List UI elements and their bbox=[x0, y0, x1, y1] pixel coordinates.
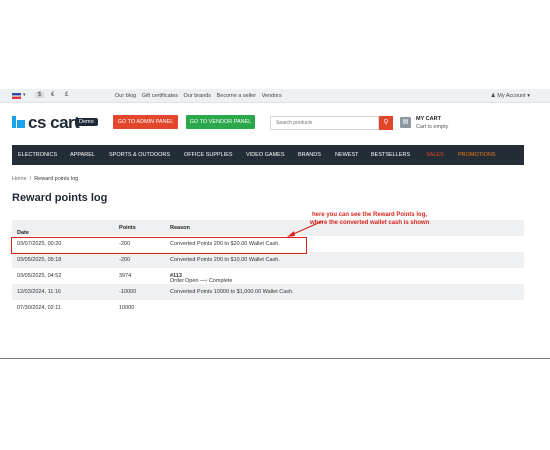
admin-panel-button[interactable]: GO TO ADMIN PANEL bbox=[113, 115, 178, 129]
cell-reason: Converted Points 10000 to $1,000.00 Wall… bbox=[170, 289, 294, 295]
search-input[interactable] bbox=[270, 116, 379, 130]
my-account-label: My Account bbox=[497, 92, 526, 99]
top-bar: ▾ $ € £ Our blog Gift certificates Our b… bbox=[0, 89, 550, 103]
reward-points-table: Date ⌄ Points Reason 03/07/2025, 00:20 -2… bbox=[12, 220, 524, 316]
nav-electronics[interactable]: ELECTRONICS bbox=[18, 145, 57, 165]
flag-icon[interactable] bbox=[12, 93, 21, 99]
breadcrumb-current: Reward points log bbox=[34, 176, 79, 182]
cell-date: 12/03/2024, 11:16 bbox=[17, 289, 61, 295]
chevron-down-icon: ▾ bbox=[527, 92, 530, 99]
user-icon: ♟ bbox=[490, 92, 496, 99]
logo-icon[interactable] bbox=[12, 116, 26, 128]
table-row: 03/05/2025, 04:52 3974 Order #113: Open … bbox=[12, 268, 524, 284]
nav-video-games[interactable]: VIDEO GAMES bbox=[246, 145, 285, 165]
breadcrumb: Home / Reward points log bbox=[12, 176, 78, 182]
nav-promotions[interactable]: PROMOTIONS bbox=[458, 145, 496, 165]
cell-date: 07/30/2024, 02:11 bbox=[17, 305, 61, 311]
cell-reason: Order #113: Open —› Complete bbox=[170, 273, 233, 284]
cell-date: 03/05/2025, 04:52 bbox=[17, 273, 62, 279]
currency-usd[interactable]: $ bbox=[35, 92, 45, 98]
currency-gbp[interactable]: £ bbox=[65, 92, 68, 98]
nav-office-supplies[interactable]: OFFICE SUPPLIES bbox=[184, 145, 233, 165]
vendor-panel-button[interactable]: GO TO VENDOR PANEL bbox=[186, 115, 255, 129]
link-become-seller[interactable]: Become a seller bbox=[217, 93, 256, 99]
nav-brands[interactable]: BRANDS bbox=[298, 145, 321, 165]
cart-status: Cart is empty bbox=[416, 124, 449, 130]
nav-sports-outdoors[interactable]: SPORTS & OUTDOORS bbox=[109, 145, 170, 165]
table-row: 12/03/2024, 11:16 -10000 Converted Point… bbox=[12, 284, 524, 300]
breadcrumb-separator: / bbox=[29, 176, 32, 182]
highlight-box bbox=[11, 237, 307, 254]
header-reason[interactable]: Reason bbox=[170, 225, 190, 231]
nav-newest[interactable]: NEWEST bbox=[335, 145, 359, 165]
breadcrumb-home[interactable]: Home bbox=[12, 176, 27, 182]
demo-badge: Demo bbox=[75, 118, 98, 126]
table-row: 03/05/2025, 05:18 -200 Converted Points … bbox=[12, 252, 524, 268]
cell-points: 10000 bbox=[119, 305, 135, 311]
page-title: Reward points log bbox=[12, 192, 108, 204]
chevron-down-icon[interactable]: ▾ bbox=[23, 92, 26, 98]
annotation-text: here you can see the Reward Points log, … bbox=[310, 212, 430, 226]
cell-points: -200 bbox=[119, 257, 131, 263]
cell-points: -10000 bbox=[119, 289, 137, 295]
currency-eur[interactable]: € bbox=[51, 92, 54, 98]
logo-text[interactable]: cs cart bbox=[28, 113, 80, 133]
table-header: Date ⌄ Points Reason bbox=[12, 220, 524, 236]
nav-apparel[interactable]: APPAREL bbox=[70, 145, 95, 165]
my-account-menu[interactable]: ♟ My Account ▾ bbox=[491, 93, 530, 99]
cart-icon[interactable]: ▤ bbox=[400, 117, 411, 128]
divider bbox=[0, 358, 550, 359]
nav-sales[interactable]: SALES bbox=[426, 145, 444, 165]
cell-points: 3974 bbox=[119, 273, 132, 279]
cell-reason: Converted Points 200 to $10.00 Wallet Ca… bbox=[170, 257, 280, 263]
top-links: Our blog Gift certificates Our brands Be… bbox=[115, 93, 286, 99]
search-icon: ⚲ bbox=[383, 119, 389, 126]
main-nav: ELECTRONICS APPAREL SPORTS & OUTDOORS OF… bbox=[12, 145, 524, 165]
link-blog[interactable]: Our blog bbox=[115, 93, 136, 99]
nav-bestsellers[interactable]: BESTSELLERS bbox=[371, 145, 410, 165]
link-vendors[interactable]: Vendors bbox=[262, 93, 282, 99]
search-button[interactable]: ⚲ bbox=[379, 116, 393, 130]
link-gift-certificates[interactable]: Gift certificates bbox=[142, 93, 178, 99]
link-brands[interactable]: Our brands bbox=[184, 93, 212, 99]
header-points[interactable]: Points bbox=[119, 225, 136, 231]
table-row: 07/30/2024, 02:11 10000 bbox=[12, 300, 524, 316]
cart-title[interactable]: MY CART bbox=[416, 116, 441, 122]
cell-date: 03/05/2025, 05:18 bbox=[17, 257, 62, 263]
